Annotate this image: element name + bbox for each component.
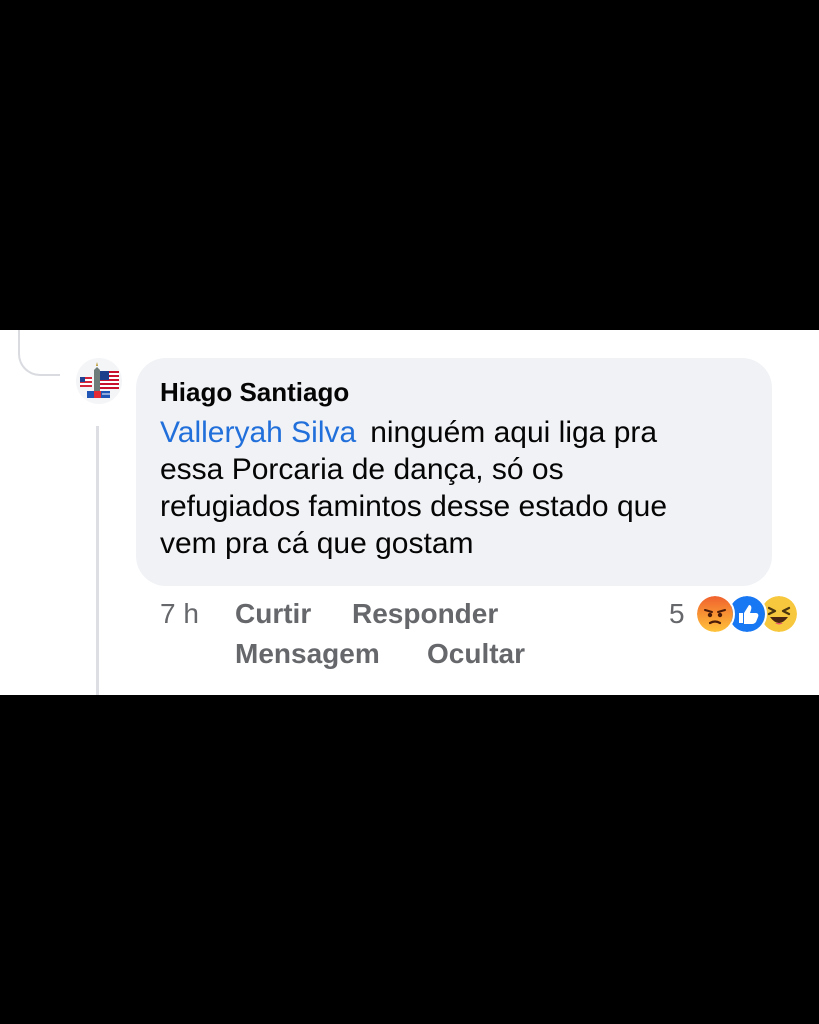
comment-timestamp[interactable]: 7 h: [160, 598, 199, 630]
top-black-band: [0, 0, 819, 330]
author-avatar[interactable]: [76, 358, 122, 404]
reaction-count[interactable]: 5: [669, 598, 685, 630]
mention-link[interactable]: Valleryah Silva: [160, 416, 356, 449]
comment-text-line-1: ninguém aqui liga pra: [370, 416, 658, 449]
comment-text-line-2: essa Porcaria de dança, só os: [160, 453, 564, 486]
comment-text-line-4: vem pra cá que gostam: [160, 527, 474, 560]
flag-avatar-icon: [76, 358, 122, 404]
reply-thread-line: [96, 426, 99, 695]
comment-text-line-3: refugiados famintos desse estado que: [160, 490, 667, 523]
reaction-summary[interactable]: [695, 594, 805, 634]
angry-reaction-icon: [695, 594, 735, 634]
comment-text: Valleryah Silva ninguém aqui liga pra ess…: [160, 414, 760, 562]
hide-button[interactable]: Ocultar: [427, 638, 525, 670]
comment-author[interactable]: Hiago Santiago: [160, 377, 349, 408]
comment-bubble: Hiago Santiago Valleryah Silva ninguém aq…: [136, 358, 772, 586]
thread-connector: [18, 330, 60, 376]
bottom-black-band: [0, 695, 819, 1024]
reply-button[interactable]: Responder: [352, 598, 498, 630]
like-button[interactable]: Curtir: [235, 598, 311, 630]
comment-panel: Hiago Santiago Valleryah Silva ninguém aq…: [0, 330, 819, 695]
message-button[interactable]: Mensagem: [235, 638, 380, 670]
